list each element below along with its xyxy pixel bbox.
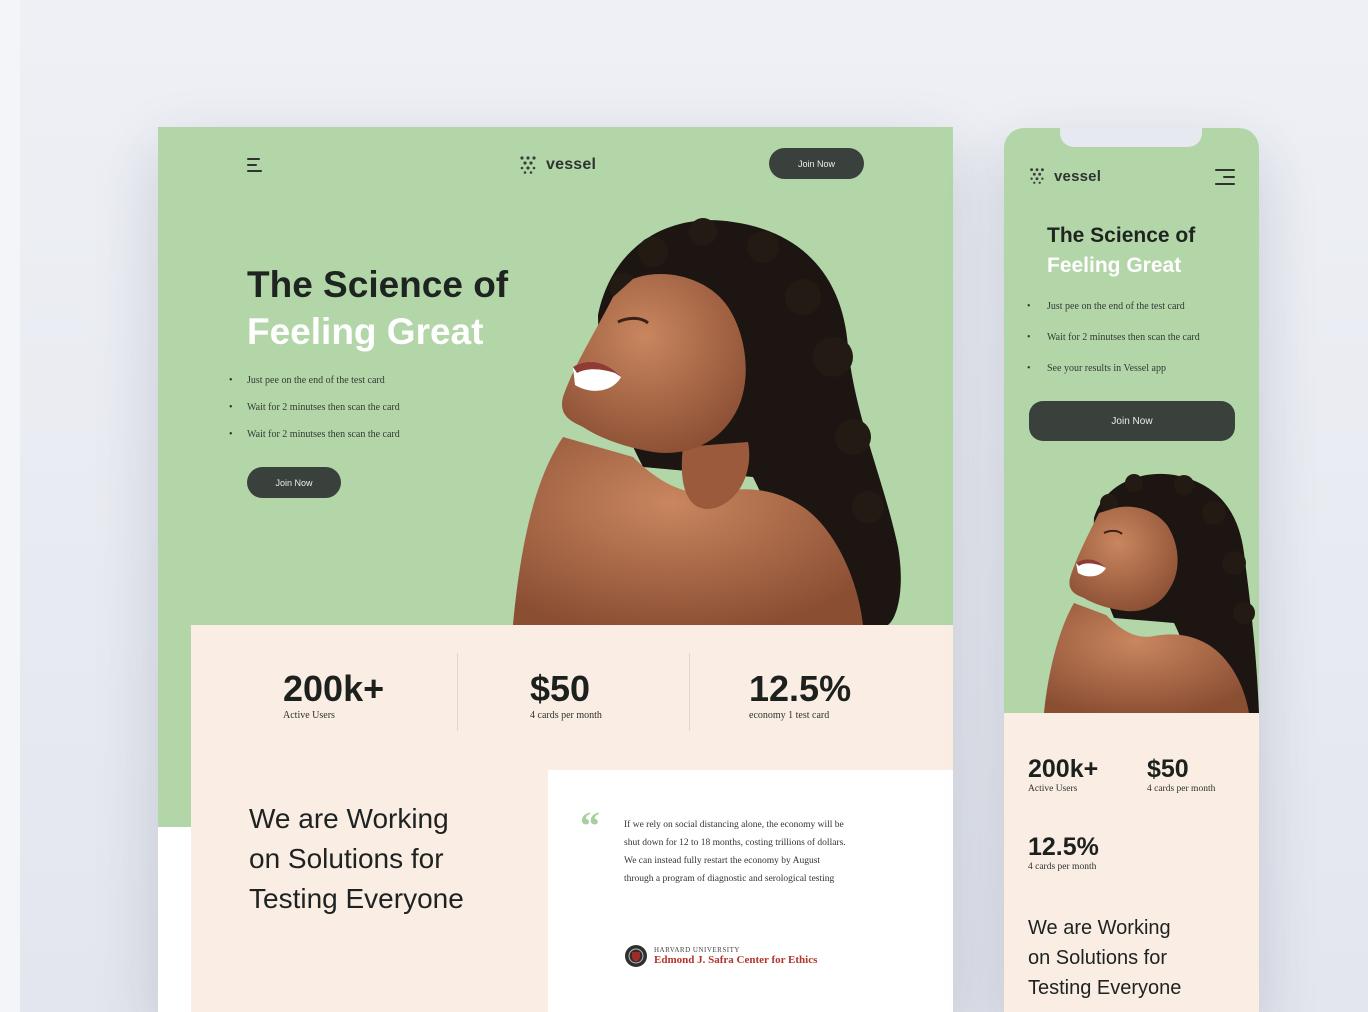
hero-title: The Science of Feeling Great: [1047, 224, 1196, 277]
grape-cluster-icon: [1030, 168, 1044, 184]
join-now-button[interactable]: Join Now: [1029, 401, 1235, 441]
brand-logo[interactable]: vessel: [518, 154, 596, 176]
join-now-button[interactable]: Join Now: [247, 467, 341, 498]
join-now-nav-button[interactable]: Join Now: [769, 148, 864, 179]
harvard-shield-icon: [625, 945, 647, 967]
mobile-mockup: vessel The Science of Feeling Great Just…: [1004, 128, 1259, 1012]
desktop-mockup: vessel Join Now The Science of Feeling G…: [158, 127, 953, 1012]
list-item: Wait for 2 minutses then scan the card: [229, 427, 400, 454]
list-item: Just pee on the end of the test card: [229, 373, 400, 400]
list-item: See your results in Vessel app: [1027, 361, 1200, 392]
grape-cluster-icon: [520, 156, 536, 174]
stat-economy: 12.5% 4 cards per month: [1028, 833, 1099, 872]
working-heading: We are Working on Solutions for Testing …: [1028, 917, 1182, 999]
working-heading: We are Working on Solutions for Testing …: [249, 803, 464, 914]
brand-name: vessel: [546, 156, 597, 173]
phone-notch: [1060, 128, 1202, 147]
stat-price: $50 4 cards per month: [1147, 755, 1216, 794]
divider: [689, 653, 690, 731]
brand-logo[interactable]: vessel: [1028, 166, 1101, 186]
stat-active-users: 200k+ Active Users: [283, 668, 385, 722]
hero-woman-photo: [1044, 473, 1259, 713]
list-item: Wait for 2 minutses then scan the card: [229, 400, 400, 427]
list-item: Wait for 2 minutses then scan the card: [1027, 330, 1200, 361]
list-item: Just pee on the end of the test card: [1027, 299, 1200, 330]
stats-section: 200k+ Active Users $50 4 cards per month…: [191, 625, 953, 1012]
stat-price: $50 4 cards per month: [530, 668, 602, 722]
hero-steps-list: Just pee on the end of the test card Wai…: [229, 373, 400, 454]
hamburger-menu-icon[interactable]: [1215, 169, 1235, 185]
hero-title: The Science of Feeling Great: [247, 264, 509, 352]
harvard-attribution: HARVARD UNIVERSITY Edmond J. Safra Cente…: [624, 944, 817, 968]
hamburger-menu-icon[interactable]: [247, 158, 263, 172]
quote-text: If we rely on social distancing alone, t…: [624, 820, 846, 884]
stat-economy: 12.5% economy 1 test card: [749, 668, 852, 722]
hero-steps-list: Just pee on the end of the test card Wai…: [1027, 299, 1200, 392]
hero-woman-photo: [513, 218, 901, 625]
testimonial-card: “ If we rely on social distancing alone,…: [548, 770, 953, 1012]
quote-mark-icon: “: [580, 803, 600, 848]
divider: [457, 653, 458, 731]
brand-name: vessel: [1054, 167, 1102, 185]
stat-active-users: 200k+ Active Users: [1028, 755, 1099, 794]
stats-section: 200k+ Active Users $50 4 cards per month…: [1004, 713, 1259, 1012]
